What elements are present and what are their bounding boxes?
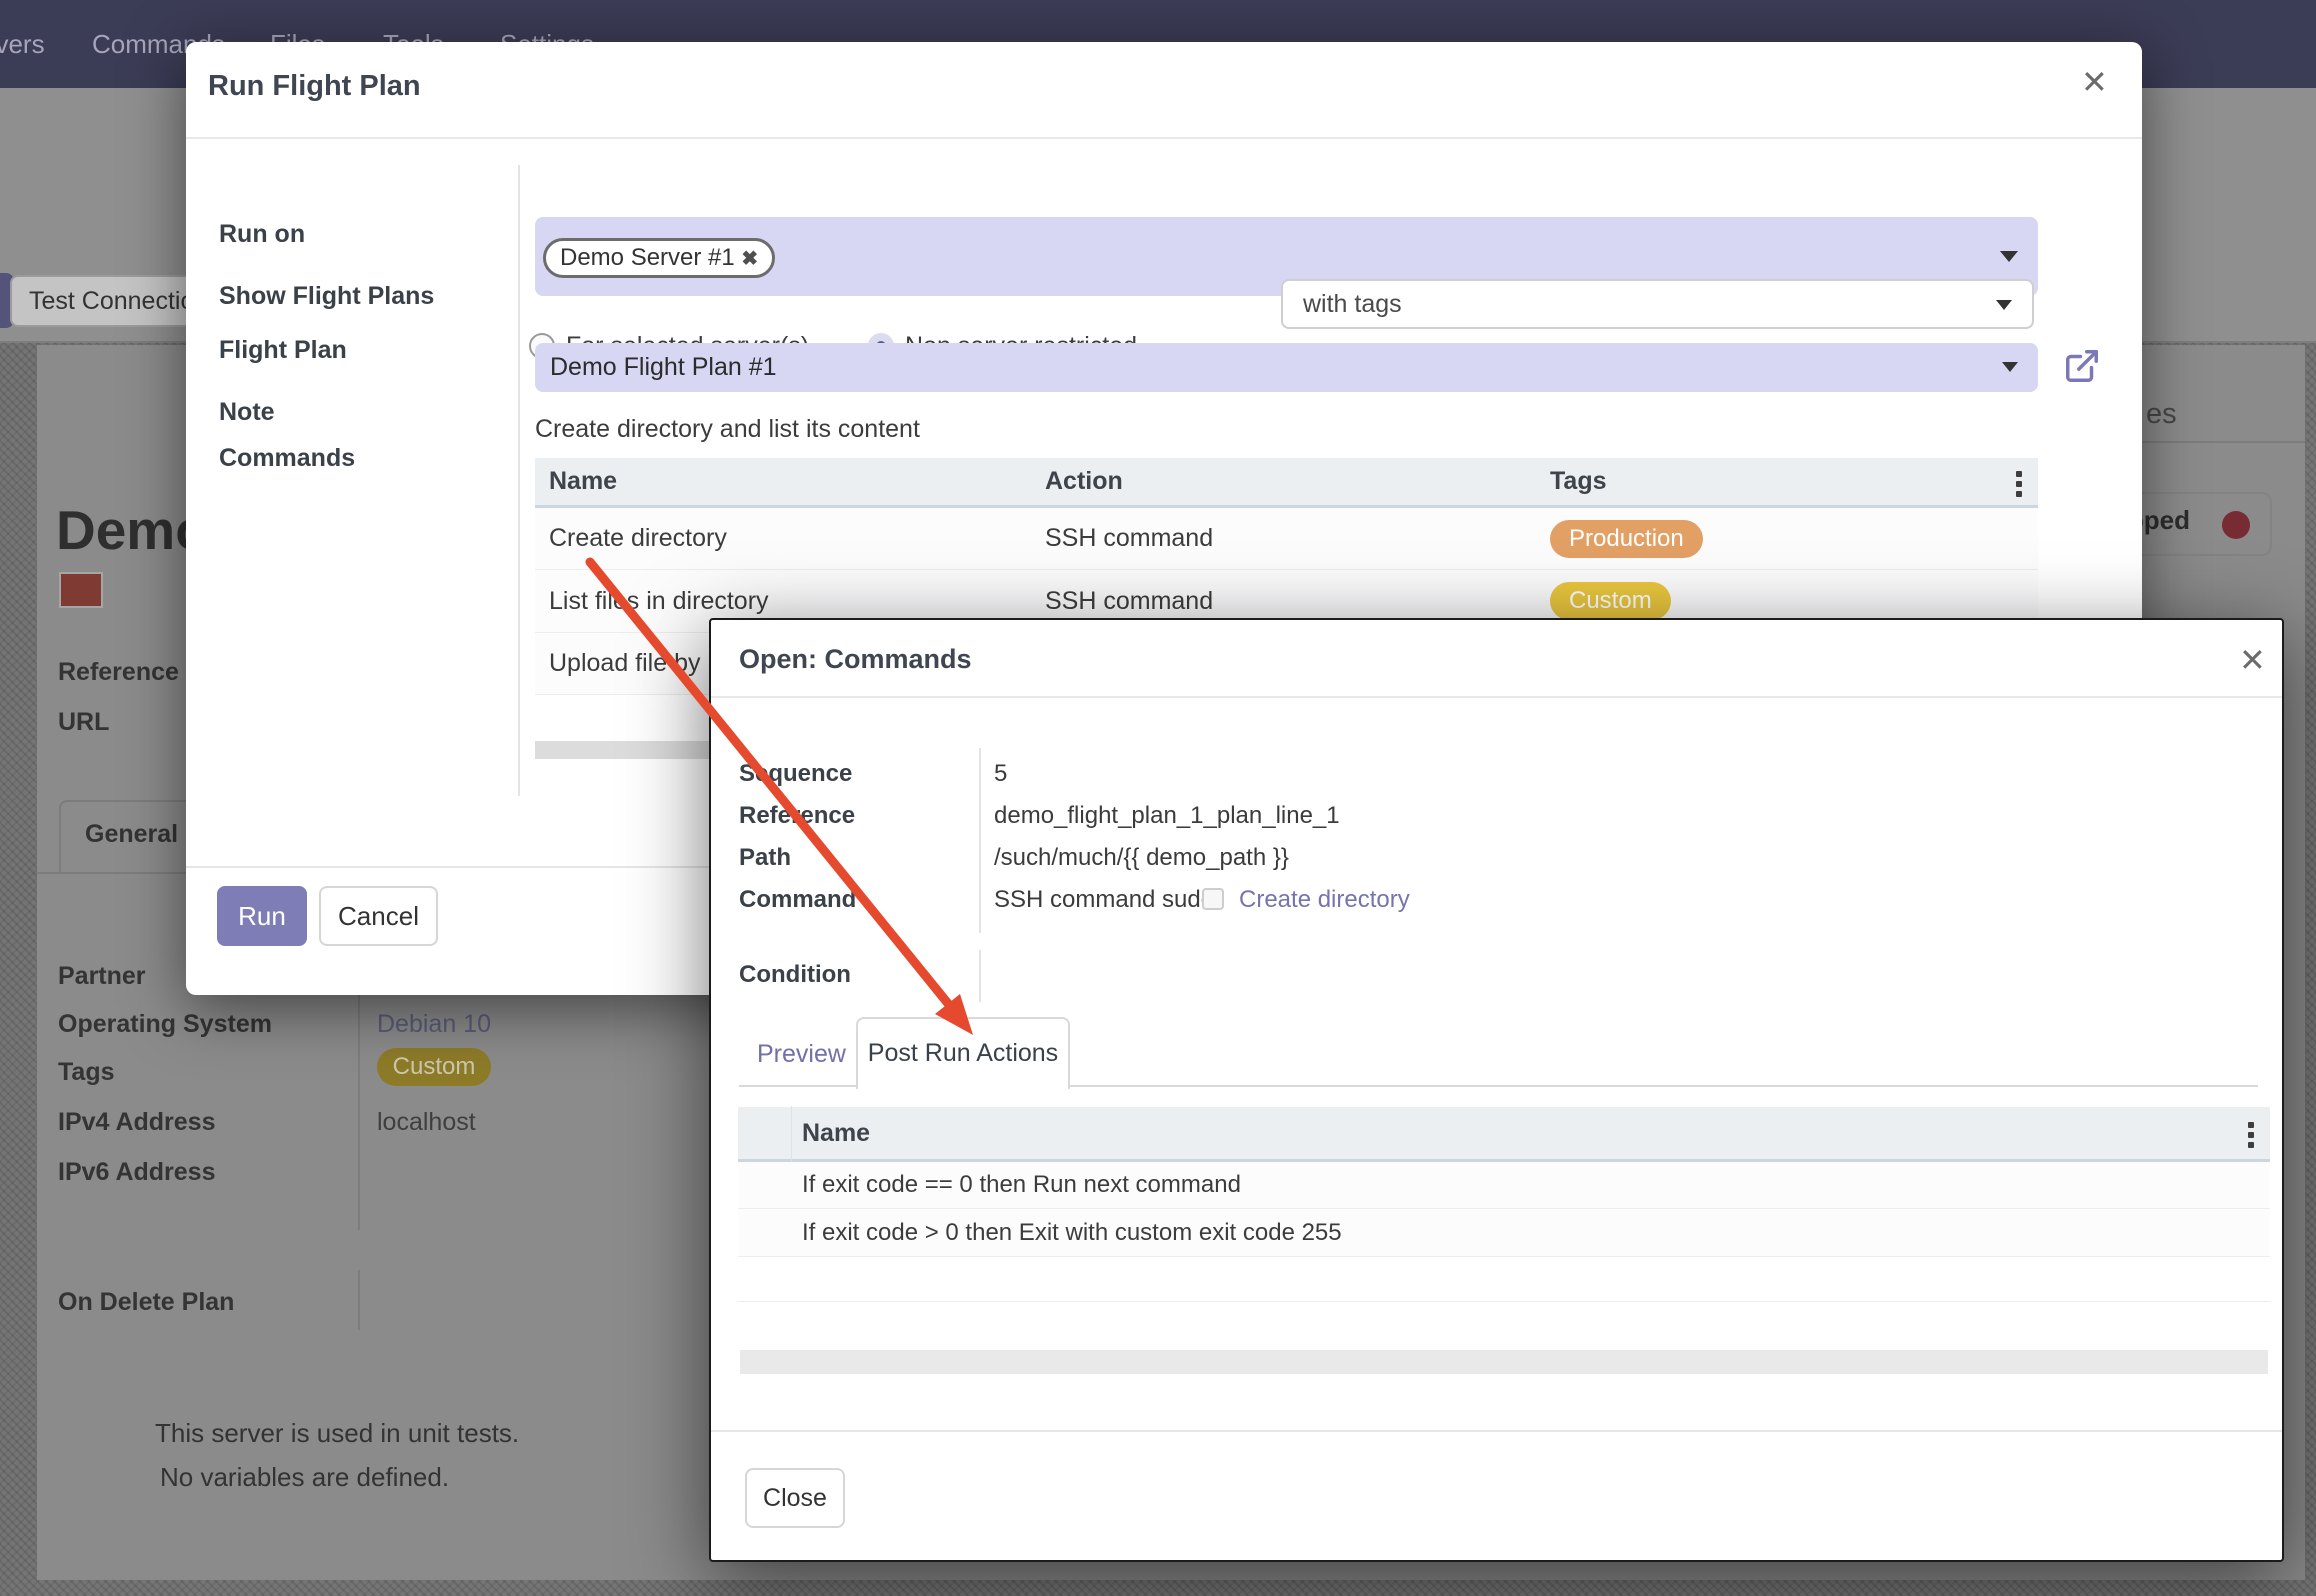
cell-name: If exit code == 0 then Run next command: [792, 1171, 1241, 1199]
table-header-row: Name: [738, 1107, 2270, 1162]
close-button[interactable]: Close: [745, 1468, 845, 1528]
condition-label: Condition: [739, 961, 851, 989]
col-header-tags[interactable]: Tags: [1550, 467, 2038, 496]
sequence-label: Sequence: [739, 760, 852, 788]
reference-label: Reference: [739, 802, 855, 830]
modal-title: Open: Commands: [739, 644, 972, 675]
table-row[interactable]: If exit code == 0 then Run next command: [738, 1162, 2270, 1209]
flight-plan-label: Flight Plan: [219, 336, 347, 365]
command-record-link[interactable]: Create directory: [1239, 886, 1410, 914]
commands-label: Commands: [219, 444, 355, 473]
tag-badge: Custom: [1550, 582, 1671, 620]
chevron-down-icon: [1996, 300, 2012, 310]
command-value: SSH command sudo: [994, 886, 1214, 914]
optional-columns-icon[interactable]: [2016, 471, 2022, 497]
tag-badge: Production: [1550, 520, 1703, 558]
path-label: Path: [739, 844, 791, 872]
unit-test-note-2: No variables are defined.: [160, 1462, 449, 1493]
partner-label: Partner: [58, 962, 146, 991]
path-value: /such/much/{{ demo_path }}: [994, 844, 1289, 872]
cell-action: SSH command: [1045, 587, 1550, 616]
close-icon[interactable]: ✕: [2081, 66, 2108, 98]
run-on-label: Run on: [219, 220, 305, 249]
col-header-name[interactable]: Name: [535, 467, 1045, 496]
empty-row: [738, 1257, 2270, 1302]
sequence-value: 5: [994, 760, 1007, 788]
modal-header-divider: [186, 137, 2142, 139]
handle-column-header: [738, 1106, 792, 1161]
on-delete-plan-label: On Delete Plan: [58, 1288, 234, 1317]
unit-test-note-1: This server is used in unit tests.: [155, 1418, 519, 1449]
with-tags-select[interactable]: with tags: [1281, 279, 2034, 329]
reference-label: Reference: [58, 658, 179, 687]
cell-action: SSH command: [1045, 524, 1550, 553]
label-column-separator: [979, 950, 981, 1002]
cell-name: Create directory: [535, 524, 1045, 553]
remove-tag-icon[interactable]: ✖: [741, 248, 758, 270]
field-separator-line: [358, 1270, 360, 1330]
modal-header-divider: [711, 696, 2282, 698]
cell-name: List files in directory: [535, 587, 1045, 616]
server-tag-pill[interactable]: Demo Server #1 ✖: [543, 238, 775, 278]
label-column-separator: [979, 748, 981, 933]
truncated-tab-text: es: [2146, 398, 2177, 431]
right-divider: [2142, 441, 2305, 443]
modal-title: Run Flight Plan: [208, 70, 421, 103]
tag-badge-custom: Custom: [377, 1048, 491, 1086]
tab-preview[interactable]: Preview: [757, 1040, 846, 1069]
show-flight-plans-label: Show Flight Plans: [219, 282, 434, 311]
with-tags-value: with tags: [1303, 290, 1402, 318]
sudo-checkbox[interactable]: [1202, 888, 1224, 910]
col-header-name[interactable]: Name: [792, 1119, 870, 1148]
os-label: Operating System: [58, 1010, 272, 1039]
optional-columns-icon[interactable]: [2248, 1122, 2254, 1148]
cell-name: If exit code > 0 then Exit with custom e…: [792, 1219, 1342, 1247]
server-tag-label: Demo Server #1: [560, 244, 735, 271]
close-icon[interactable]: ✕: [2239, 644, 2266, 676]
chevron-down-icon: [2002, 362, 2018, 372]
ipv4-label: IPv4 Address: [58, 1108, 215, 1137]
cancel-button[interactable]: Cancel: [319, 886, 438, 946]
table-header-row: Name Action Tags: [535, 458, 2038, 508]
ipv6-label: IPv6 Address: [58, 1158, 215, 1187]
run-button[interactable]: Run: [217, 886, 307, 946]
server-title-clip: Demo: [56, 498, 187, 568]
field-separator-line: [358, 975, 360, 1230]
ipv4-value: localhost: [377, 1108, 476, 1137]
external-link-icon[interactable]: [2063, 347, 2101, 385]
table-scrollbar-track[interactable]: [740, 1350, 2268, 1374]
post-run-actions-table: Name If exit code == 0 then Run next com…: [738, 1107, 2270, 1302]
chevron-down-icon: [2000, 251, 2018, 262]
url-label: URL: [58, 708, 109, 737]
tab-post-run-actions[interactable]: Post Run Actions: [856, 1017, 1070, 1089]
table-row[interactable]: Create directory SSH command Production: [535, 508, 2038, 570]
color-swatch[interactable]: [59, 572, 103, 608]
flight-plan-select[interactable]: Demo Flight Plan #1: [535, 343, 2038, 392]
nav-item-servers[interactable]: Servers: [0, 0, 45, 88]
modal-footer-divider: [711, 1430, 2282, 1432]
os-value-link[interactable]: Debian 10: [377, 1010, 491, 1039]
col-header-action[interactable]: Action: [1045, 467, 1550, 496]
commands-caption: Create directory and list its content: [535, 415, 920, 444]
tags-label: Tags: [58, 1058, 115, 1087]
command-label: Command: [739, 886, 856, 914]
reference-value: demo_flight_plan_1_plan_line_1: [994, 802, 1340, 830]
status-dot-icon: [2222, 511, 2250, 539]
page-title: Demo: [56, 498, 187, 562]
flight-plan-value: Demo Flight Plan #1: [550, 353, 777, 381]
table-row[interactable]: If exit code > 0 then Exit with custom e…: [738, 1209, 2270, 1257]
open-commands-modal: Open: Commands ✕ Sequence 5 Reference de…: [709, 618, 2284, 1562]
label-column-separator: [518, 165, 520, 796]
note-label: Note: [219, 398, 275, 427]
